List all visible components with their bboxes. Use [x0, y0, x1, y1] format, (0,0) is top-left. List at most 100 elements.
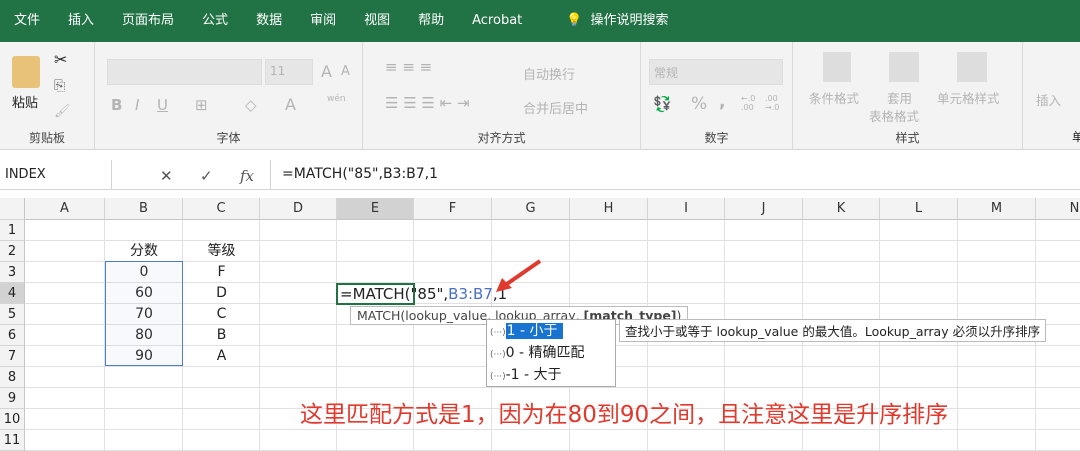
row-header-2[interactable]: 2 [0, 241, 25, 262]
annotation-text: 这里匹配方式是1，因为在80到90之间，且注意这里是升序排序 [300, 402, 949, 428]
dropdown-option[interactable]: (···)1 - 小于 [487, 320, 615, 342]
border-icon[interactable]: ⊞ [195, 96, 208, 114]
tab-label: 数据 [256, 13, 283, 28]
percent-button[interactable]: % [691, 94, 707, 114]
row-header-7[interactable]: 7 [0, 346, 25, 367]
insert-button[interactable]: 插入 [1036, 90, 1061, 109]
font-size-select[interactable]: 11 [265, 59, 313, 85]
row-header-3[interactable]: 3 [0, 262, 25, 283]
column-header-H[interactable]: H [570, 198, 648, 220]
column-header-I[interactable]: I [648, 198, 725, 220]
decrease-decimal-button[interactable]: .00 →.0 [765, 94, 789, 112]
row-header-6[interactable]: 6 [0, 325, 25, 346]
row-header-8[interactable]: 8 [0, 367, 25, 388]
column-header-B[interactable]: B [105, 198, 183, 220]
shrink-font-button[interactable]: A [341, 64, 350, 79]
column-header-G[interactable]: G [492, 198, 570, 220]
option-icon: (···) [490, 328, 506, 338]
dropdown-option[interactable]: (···)-1 - 大于 [487, 364, 615, 386]
cell-c2[interactable]: 等级 [183, 241, 260, 262]
align-top-icon[interactable]: ≡ ≡ ≡ [385, 58, 432, 76]
paste-button[interactable]: 粘贴 [12, 92, 38, 111]
cut-icon[interactable]: ✂ [54, 50, 67, 69]
option-label: 0 - 精确匹配 [505, 345, 585, 361]
tab-label: 视图 [364, 13, 391, 28]
group-label: 对齐方式 [477, 131, 526, 145]
column-header-K[interactable]: K [803, 198, 880, 220]
cell-styles-button[interactable]: 单元格样式 [937, 88, 1000, 107]
format-painter-icon[interactable]: 🖌 [54, 104, 71, 119]
tab-label: 文件 [14, 13, 41, 28]
column-header-A[interactable]: A [25, 198, 105, 220]
tab-3[interactable]: 页面布局 [108, 0, 188, 42]
formula-input[interactable]: =MATCH("85",B3:B7,1 [282, 166, 438, 182]
column-header-E[interactable]: E [337, 198, 414, 220]
spreadsheet-grid[interactable]: A 90 B 80 C 70 D 60 F 0 等级 分数 11 10 9 8 7 6 5 4 3 2 1 N M L K J I H G F… [0, 198, 1080, 451]
cell-b2[interactable]: 分数 [105, 241, 183, 262]
match-type-dropdown[interactable]: (···)1 - 小于 (···)0 - 精确匹配 (···)-1 - 大于 [486, 319, 616, 387]
row-header-4[interactable]: 4 [0, 283, 25, 304]
insert-function-icon[interactable]: fx [240, 167, 254, 185]
formula-bar: INDEX ✕ ✓ fx =MATCH("85",B3:B7,1 [0, 160, 1080, 190]
conditional-format-button[interactable]: 条件格式 [809, 88, 859, 107]
column-header-L[interactable]: L [880, 198, 958, 220]
select-all-corner[interactable] [0, 198, 25, 220]
wrap-text-button[interactable]: 自动换行 [523, 64, 575, 83]
italic-button[interactable]: I [135, 96, 139, 114]
column-header-N[interactable]: N [1036, 198, 1080, 220]
tab-6[interactable]: 审阅 [296, 0, 350, 42]
column-header-F[interactable]: F [414, 198, 492, 220]
align-left-icon[interactable]: ☰ ☰ ☰ ⇤ ⇥ [385, 94, 470, 112]
column-header-D[interactable]: D [260, 198, 337, 220]
row-header-1[interactable]: 1 [0, 220, 25, 241]
tab-4[interactable]: 公式 [188, 0, 242, 42]
cancel-icon[interactable]: ✕ [160, 167, 173, 185]
tab-2[interactable]: 插入 [54, 0, 108, 42]
ribbon-tabs: 文件开始插入页面布局公式数据审阅视图帮助Acrobat💡操作说明搜索 [0, 0, 1080, 127]
format-table-label: 表格格式 [869, 109, 920, 124]
row-header-11[interactable]: 11 [0, 430, 25, 451]
cell-c7[interactable]: A [183, 346, 260, 367]
paste-icon[interactable] [12, 56, 40, 88]
cell-c5[interactable]: C [183, 304, 260, 325]
column-header-M[interactable]: M [958, 198, 1036, 220]
tab-0[interactable]: 文件 [0, 0, 54, 42]
tab-5[interactable]: 数据 [242, 0, 296, 42]
number-format-select[interactable]: 常规 [649, 59, 783, 85]
row-header-9[interactable]: 9 [0, 388, 25, 409]
cell-edit-text[interactable]: =MATCH("85",B3:B7,1 [340, 284, 507, 304]
font-name-select[interactable] [107, 59, 262, 85]
dropdown-option[interactable]: (···)0 - 精确匹配 [487, 342, 615, 364]
font-color-button[interactable]: A [285, 95, 296, 114]
fill-color-icon[interactable]: ◇ [245, 96, 257, 114]
grow-font-button[interactable]: A [321, 62, 332, 81]
cell-c3[interactable]: F [183, 262, 260, 283]
tab-8[interactable]: 帮助 [404, 0, 458, 42]
tab-9[interactable]: Acrobat [458, 0, 536, 42]
increase-decimal-button[interactable]: ←.0 .00 [741, 94, 763, 112]
conditional-format-icon [823, 52, 851, 82]
row-header-5[interactable]: 5 [0, 304, 25, 325]
group-clipboard: 粘贴 ✂ ⎘ 🖌 剪贴板 [0, 42, 95, 150]
enter-icon[interactable]: ✓ [200, 167, 213, 185]
row-header-10[interactable]: 10 [0, 409, 25, 430]
tab-label: Acrobat [472, 13, 523, 28]
search-box[interactable]: 💡 操作说明搜索 [552, 0, 682, 42]
name-box[interactable]: INDEX [0, 160, 112, 190]
cell-c4[interactable]: D [183, 283, 260, 304]
format-table-button[interactable]: 套用 [887, 88, 912, 107]
cell-c6[interactable]: B [183, 325, 260, 346]
tab-7[interactable]: 视图 [350, 0, 404, 42]
bold-button[interactable]: B [111, 96, 122, 114]
column-header-J[interactable]: J [725, 198, 803, 220]
comma-button[interactable]: , [719, 92, 725, 112]
phonetic-button[interactable]: wén [327, 94, 346, 104]
underline-button[interactable]: U [157, 96, 168, 114]
currency-icon[interactable]: 💱 [653, 95, 672, 113]
merge-center-button[interactable]: 合并后居中 [523, 98, 588, 117]
column-header-C[interactable]: C [183, 198, 260, 220]
copy-icon[interactable]: ⎘ [54, 78, 65, 94]
red-arrow-icon [496, 259, 542, 292]
group-label: 样式 [895, 131, 920, 145]
group-number: 常规 💱 % , ←.0 .00 .00 →.0 数字 [641, 42, 793, 150]
